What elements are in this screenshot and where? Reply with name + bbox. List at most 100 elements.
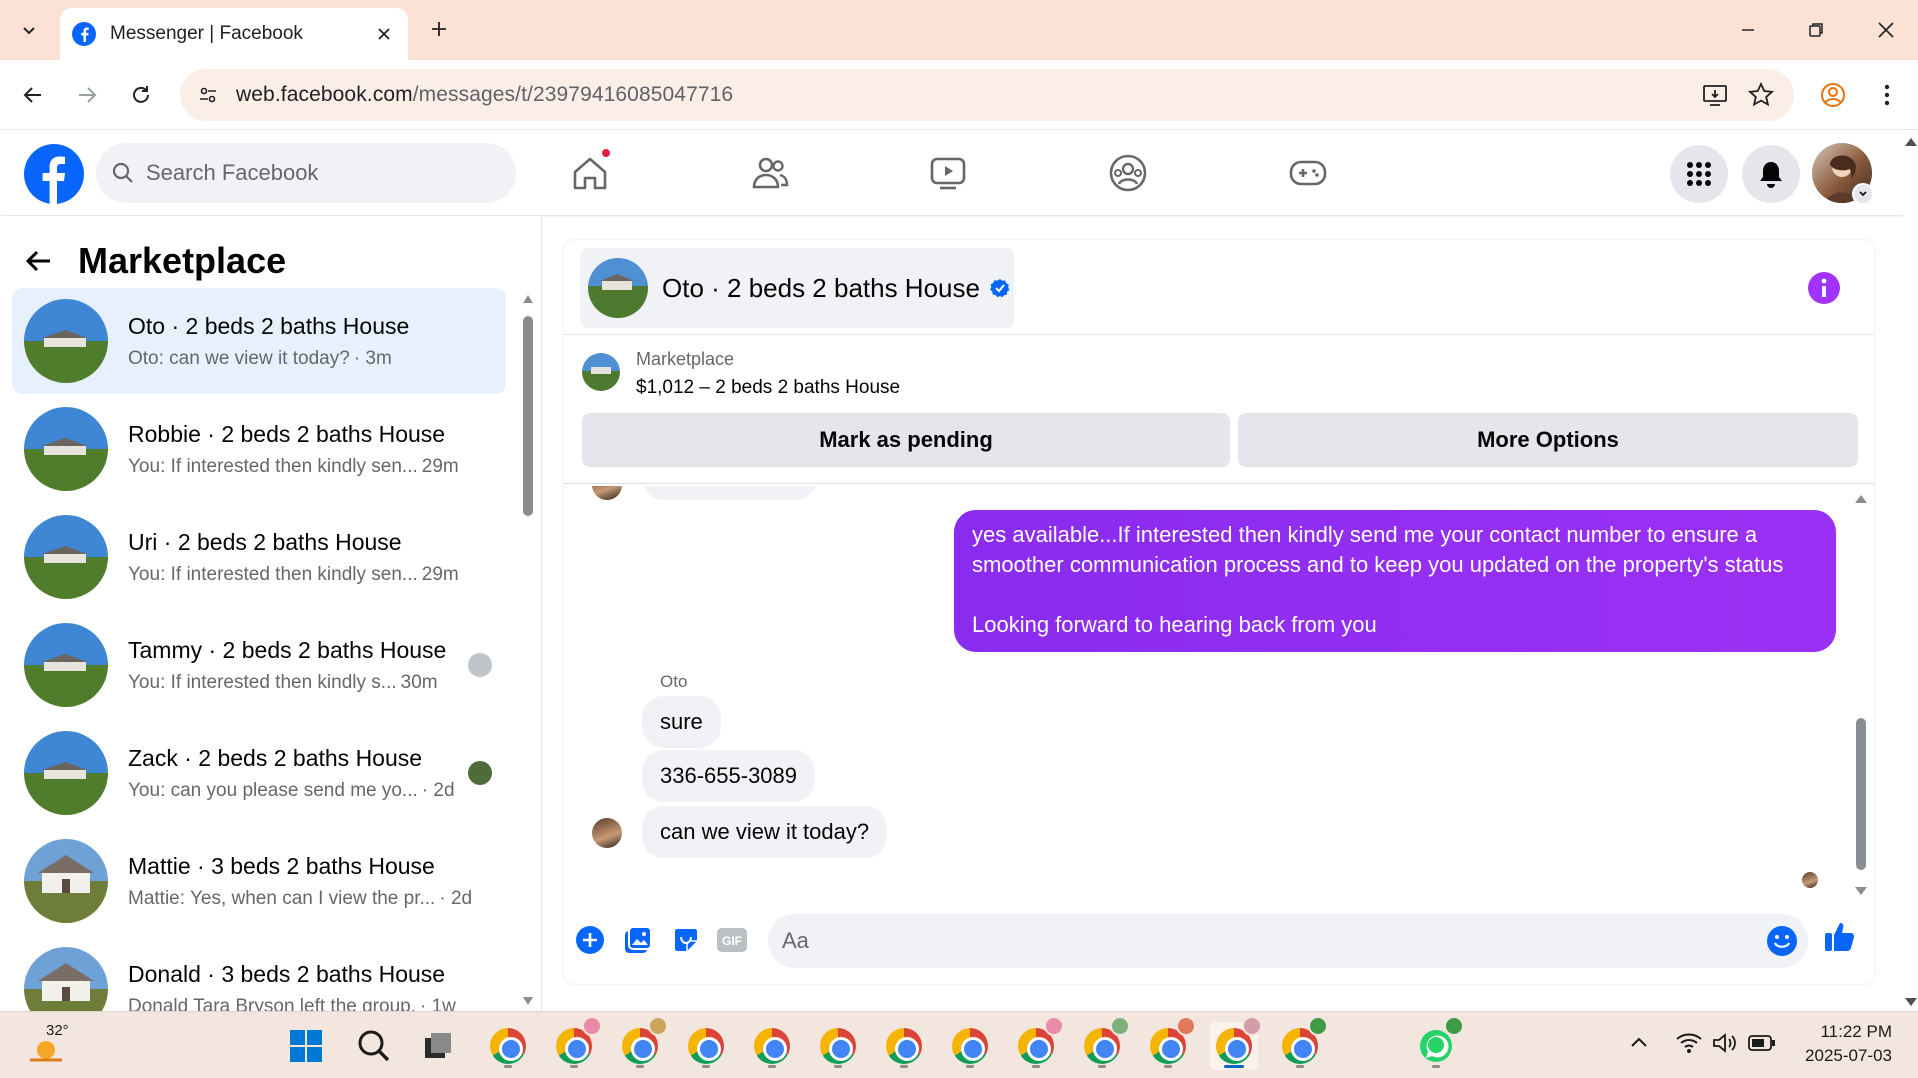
- listing-thumbnail: [24, 407, 108, 491]
- listing-thumbnail: [24, 623, 108, 707]
- emoji-icon[interactable]: [1766, 925, 1798, 957]
- taskbar-search-button[interactable]: [350, 1022, 398, 1070]
- conversation-row[interactable]: Zack · 2 beds 2 baths House You: can you …: [12, 720, 506, 826]
- conversation-name: Donald · 3 beds 2 baths House: [128, 960, 446, 987]
- new-tab-button[interactable]: [424, 14, 454, 44]
- listing-avatar: [588, 258, 648, 318]
- install-app-icon[interactable]: [1702, 82, 1728, 108]
- message-input[interactable]: [782, 928, 1742, 954]
- taskbar-chrome-window[interactable]: [748, 1022, 796, 1070]
- clock-date: 2025-07-03: [1805, 1046, 1892, 1065]
- listing-price-title[interactable]: $1,012 – 2 beds 2 baths House: [636, 377, 900, 399]
- back-arrow-icon[interactable]: [24, 246, 54, 276]
- bookmark-star-icon[interactable]: [1748, 82, 1774, 108]
- taskbar-chrome-window[interactable]: [880, 1022, 928, 1070]
- conversation-name: Zack · 2 beds 2 baths House: [128, 744, 423, 771]
- chat-header[interactable]: Oto · 2 beds 2 baths House: [580, 248, 1014, 328]
- start-button[interactable]: [282, 1022, 330, 1070]
- restore-button[interactable]: [1796, 10, 1836, 50]
- incoming-message[interactable]: sure: [642, 696, 721, 748]
- weather-widget[interactable]: 32°: [26, 1020, 69, 1070]
- taskbar-chrome-window[interactable]: [484, 1022, 532, 1070]
- menu-button[interactable]: [1670, 145, 1728, 203]
- minimize-button[interactable]: [1728, 10, 1768, 50]
- taskbar-chrome-window[interactable]: [946, 1022, 994, 1070]
- incoming-message[interactable]: 336-655-3089: [642, 750, 816, 802]
- chrome-icon: [886, 1028, 922, 1064]
- browser-menu-button[interactable]: [1868, 76, 1906, 114]
- conversation-preview: Mattie: Yes, when can I view the pr...: [128, 887, 436, 909]
- show-hidden-icons-chevron-icon[interactable]: [1630, 1036, 1648, 1048]
- conversation-info-button[interactable]: [1808, 272, 1840, 304]
- conversation-preview: You: If interested then kindly sen...: [128, 563, 418, 585]
- taskbar-chrome-window[interactable]: [1276, 1016, 1328, 1070]
- profile-button[interactable]: [1814, 76, 1852, 114]
- taskbar-chrome-window[interactable]: [1078, 1016, 1130, 1070]
- task-view-button[interactable]: [414, 1022, 462, 1070]
- account-chevron-icon[interactable]: [1852, 183, 1874, 205]
- taskbar-chrome-window[interactable]: [616, 1016, 668, 1070]
- taskbar-chrome-window[interactable]: [1144, 1016, 1196, 1070]
- close-icon: [1878, 22, 1894, 38]
- attach-photo-icon[interactable]: [620, 922, 656, 958]
- search-input[interactable]: [146, 160, 476, 186]
- forward-button[interactable]: [68, 76, 106, 114]
- message-scrollbar[interactable]: [1854, 490, 1868, 900]
- taskbar-chrome-window[interactable]: [814, 1022, 862, 1070]
- more-options-button[interactable]: More Options: [1238, 413, 1858, 467]
- battery-icon[interactable]: [1748, 1034, 1776, 1052]
- conversation-row[interactable]: Oto · 2 beds 2 baths House Oto: can we vi…: [12, 288, 506, 394]
- nav-gaming[interactable]: [1258, 141, 1358, 205]
- taskbar-chrome-window[interactable]: [1012, 1016, 1064, 1070]
- notifications-button[interactable]: [1742, 145, 1800, 203]
- conversation-list-scrollbar[interactable]: [522, 294, 534, 1006]
- verified-badge-icon: [990, 279, 1010, 298]
- facebook-search[interactable]: [96, 143, 516, 203]
- message-composer: GIF: [564, 904, 1874, 984]
- taskbar-whatsapp[interactable]: [1412, 1016, 1464, 1070]
- close-tab-icon[interactable]: [372, 22, 396, 46]
- marketplace-label: Marketplace: [636, 349, 735, 369]
- conversation-row[interactable]: Robbie · 2 beds 2 baths House You: If int…: [12, 396, 506, 502]
- browser-tab[interactable]: Messenger | Facebook: [60, 8, 408, 60]
- profile-badge: [1176, 1016, 1196, 1036]
- conversation-list-panel: Marketplace Oto · 2 beds 2 baths House Ot…: [0, 216, 542, 1031]
- back-button[interactable]: [14, 76, 52, 114]
- address-bar[interactable]: web.facebook.com/messages/t/239794160850…: [180, 69, 1794, 121]
- chrome-icon: [820, 1028, 856, 1064]
- gif-icon[interactable]: GIF: [714, 922, 750, 958]
- volume-icon[interactable]: [1712, 1032, 1738, 1054]
- site-info-icon[interactable]: [198, 85, 218, 105]
- mark-as-pending-button[interactable]: Mark as pending: [582, 413, 1230, 467]
- profile-badge: [1110, 1016, 1130, 1036]
- taskbar-chrome-window[interactable]: [1210, 1016, 1262, 1070]
- tab-search-button[interactable]: [10, 12, 48, 48]
- message-input-wrapper[interactable]: [768, 914, 1808, 968]
- reload-button[interactable]: [122, 76, 160, 114]
- nav-groups[interactable]: [1078, 141, 1178, 205]
- nav-home[interactable]: [540, 141, 640, 205]
- page-scrollbar[interactable]: [1904, 131, 1918, 1011]
- incoming-message[interactable]: can we view it today?: [642, 806, 888, 858]
- chrome-icon: [688, 1028, 724, 1064]
- nav-video[interactable]: [898, 141, 998, 205]
- close-window-button[interactable]: [1866, 10, 1906, 50]
- scroll-up-icon: [523, 295, 533, 303]
- nav-friends[interactable]: [720, 141, 820, 205]
- more-actions-plus-icon[interactable]: [572, 922, 608, 958]
- conversation-row[interactable]: Uri · 2 beds 2 baths House You: If intere…: [12, 504, 506, 610]
- taskbar-chrome-window[interactable]: [682, 1022, 730, 1070]
- taskbar-clock[interactable]: 11:22 PM 2025-07-03: [1782, 1020, 1892, 1068]
- facebook-logo-icon[interactable]: [24, 144, 84, 204]
- wifi-icon[interactable]: [1676, 1032, 1702, 1054]
- taskbar-chrome-window[interactable]: [550, 1016, 602, 1070]
- conversation-row[interactable]: Mattie · 3 beds 2 baths House Mattie: Yes…: [12, 828, 506, 934]
- conversation-row[interactable]: Tammy · 2 beds 2 baths House You: If inte…: [12, 612, 506, 718]
- like-thumbs-up-icon[interactable]: [1820, 916, 1860, 956]
- conversation-time: · 2d: [439, 887, 473, 909]
- outgoing-message[interactable]: yes available...If interested then kindl…: [954, 510, 1836, 652]
- listing-thumbnail[interactable]: [582, 353, 620, 391]
- plus-icon: [432, 22, 446, 36]
- sticker-icon[interactable]: [668, 922, 704, 958]
- profile-badge: [1044, 1016, 1064, 1036]
